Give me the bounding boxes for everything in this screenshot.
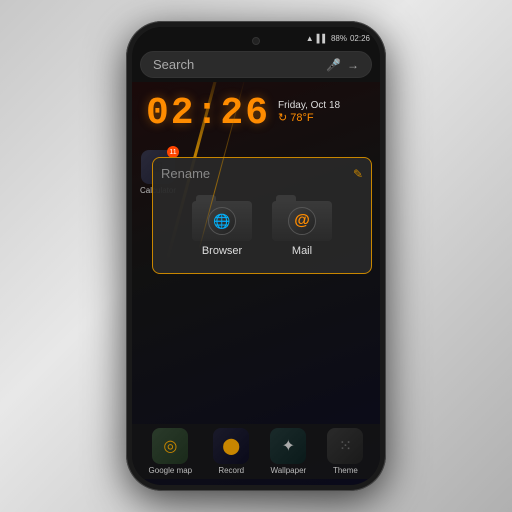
wallpaper-area: 02:26 Friday, Oct 18 ↻ 78°F ⊞ 11 Calcula…: [132, 82, 380, 485]
phone-screen: ▲ ▌▌ 88% 02:26 Search 🎤 → 02:26 Friday, …: [132, 27, 380, 485]
theme-symbol: ⁙: [339, 436, 352, 456]
dock-record[interactable]: ⬤ Record: [213, 428, 249, 475]
status-icons: ▲ ▌▌ 88% 02:26: [306, 34, 370, 43]
wallpaper-symbol: ✦: [282, 436, 295, 456]
dock-theme[interactable]: ⁙ Theme: [327, 428, 363, 475]
globe-icon: 🌐: [213, 213, 230, 230]
clock-time: 02:26: [146, 92, 270, 135]
folder-app-mail[interactable]: @ Mail: [272, 195, 332, 257]
clock-area: 02:26 Friday, Oct 18 ↻ 78°F: [146, 92, 340, 135]
browser-folder-icon: 🌐: [192, 195, 252, 241]
bottom-dock: ◎ Google map ⬤ Record ✦ Wallpaper: [132, 424, 380, 479]
folder-body-browser: 🌐: [192, 201, 252, 241]
map-icon[interactable]: ◎: [152, 428, 188, 464]
browser-label: Browser: [202, 245, 242, 257]
rename-edit-icon[interactable]: ✎: [353, 167, 363, 181]
map-label: Google map: [149, 466, 193, 475]
mail-folder-icon: @: [272, 195, 332, 241]
theme-icon[interactable]: ⁙: [327, 428, 363, 464]
mail-label: Mail: [292, 245, 312, 257]
record-symbol: ⬤: [222, 436, 240, 456]
wallpaper-label: Wallpaper: [270, 466, 306, 475]
at-icon: @: [294, 212, 310, 230]
clock-date: Friday, Oct 18: [278, 100, 340, 111]
camera-bump: [252, 37, 260, 45]
rename-label: Rename: [161, 166, 210, 181]
folder-apps-row: 🌐 Browser @: [161, 191, 363, 265]
clock-date-weather: Friday, Oct 18 ↻ 78°F: [278, 100, 340, 124]
search-placeholder: Search: [153, 57, 320, 72]
folder-rename-bar: Rename ✎: [161, 166, 363, 181]
clock-status: 02:26: [350, 34, 370, 43]
folder-body-mail: @: [272, 201, 332, 241]
search-arrow-icon[interactable]: →: [347, 58, 359, 72]
browser-badge: 🌐: [208, 207, 236, 235]
theme-label: Theme: [333, 466, 358, 475]
phone-device: ▲ ▌▌ 88% 02:26 Search 🎤 → 02:26 Friday, …: [126, 21, 386, 491]
folder-popup: Rename ✎ 🌐 Br: [152, 157, 372, 274]
record-label: Record: [218, 466, 244, 475]
wallpaper-icon[interactable]: ✦: [270, 428, 306, 464]
weather-icon: ↻: [278, 111, 287, 124]
map-symbol: ◎: [163, 436, 177, 456]
wifi-icon: ▲: [306, 34, 314, 43]
record-icon[interactable]: ⬤: [213, 428, 249, 464]
search-bar[interactable]: Search 🎤 →: [140, 51, 372, 78]
dock-google-map[interactable]: ◎ Google map: [149, 428, 193, 475]
mic-icon[interactable]: 🎤: [326, 58, 341, 72]
mail-badge: @: [288, 207, 316, 235]
folder-app-browser[interactable]: 🌐 Browser: [192, 195, 252, 257]
battery-text: 88%: [331, 34, 347, 43]
clock-weather: ↻ 78°F: [278, 111, 340, 124]
weather-temp: 78°F: [290, 112, 313, 124]
signal-icon: ▌▌: [317, 34, 328, 43]
dock-wallpaper[interactable]: ✦ Wallpaper: [270, 428, 306, 475]
